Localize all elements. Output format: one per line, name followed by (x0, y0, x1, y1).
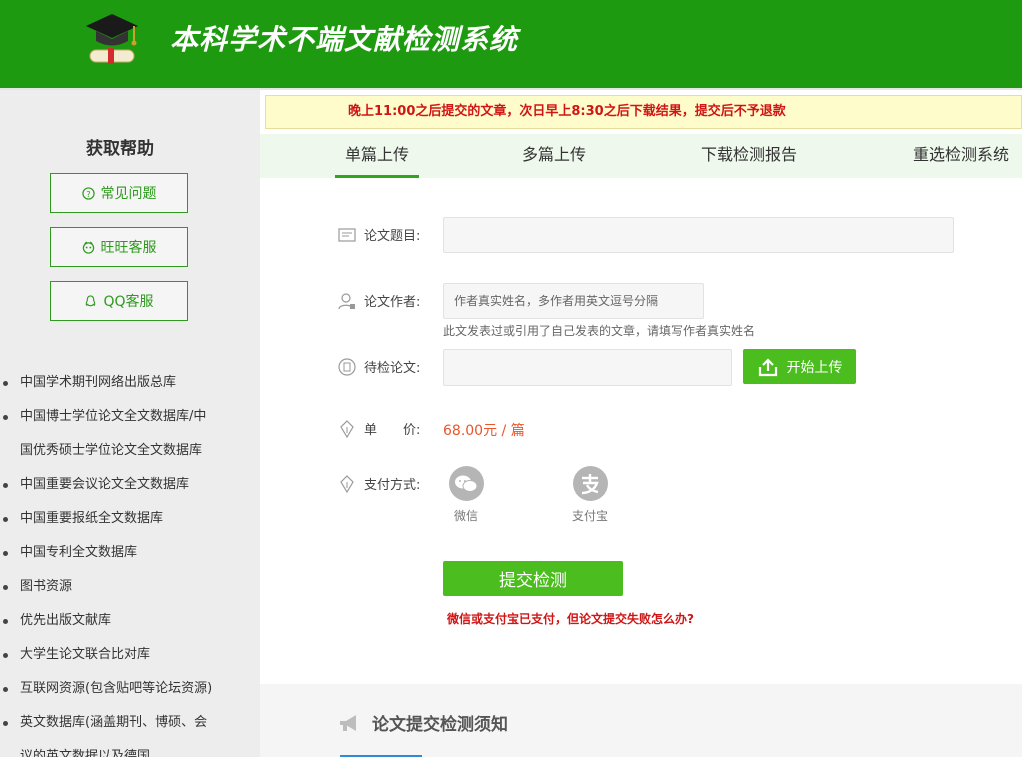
price-label: 单 价: (364, 423, 421, 438)
list-item: 中国重要报纸全文数据库 (0, 502, 250, 536)
notice-banner: 晚上11:00之后提交的文章，次日早上8:30之后下载结果，提交后不予退款 (265, 95, 1022, 129)
megaphone-icon (340, 714, 356, 731)
faq-button-label: 常见问题 (100, 186, 157, 202)
payment-label-row: 支付方式: (338, 474, 420, 493)
list-item: 中国重要会议论文全文数据库 (0, 468, 250, 502)
price-label-row: 单 价: (338, 419, 420, 438)
list-item: 中国博士学位论文全文数据库/中 (0, 400, 250, 434)
author-hint: 此文发表过或引用了自己发表的文章，请填写作者真实姓名 (443, 324, 756, 338)
alipay-label: 支付宝 (571, 509, 608, 523)
tab-download-report[interactable]: 下载检测报告 (701, 134, 797, 178)
file-label-row: 待检论文: (338, 357, 420, 376)
database-list: 中国学术期刊网络出版总库 中国博士学位论文全文数据库/中 国优秀硕士学位论文全文… (0, 366, 250, 757)
question-circle-icon: ? (81, 186, 95, 200)
title-label: 论文题目: (364, 229, 421, 244)
tab-reselect-system[interactable]: 重选检测系统 (913, 134, 1009, 178)
qq-button-label: QQ客服 (103, 294, 154, 310)
wangwang-button-label: 旺旺客服 (100, 240, 157, 256)
wechat-icon (448, 466, 484, 501)
list-item: 图书资源 (0, 570, 250, 604)
author-label: 论文作者: (364, 295, 421, 310)
qq-icon (86, 294, 96, 306)
sidebar: 获取帮助 ? 常见问题 旺旺客服 QQ客服 中国学术期刊网络出版总库 中国博士学… (0, 90, 260, 757)
pen-icon (340, 419, 354, 438)
submit-check-button[interactable]: 提交检测 (443, 561, 623, 596)
author-input[interactable] (443, 283, 704, 319)
wangwang-service-button[interactable]: 旺旺客服 (50, 227, 188, 267)
tab-multi-upload[interactable]: 多篇上传 (522, 134, 586, 178)
notes-title-row: 论文提交检测须知 (338, 710, 508, 735)
pen-icon (340, 474, 354, 493)
svg-text:?: ? (86, 188, 90, 198)
wangwang-icon (82, 241, 94, 254)
title-label-row: 论文题目: (338, 225, 420, 244)
list-item: 优先出版文献库 (0, 604, 250, 638)
payment-failure-help-link[interactable]: 微信或支付宝已支付，但论文提交失败怎么办? (447, 610, 694, 627)
help-title: 获取帮助 (86, 139, 154, 159)
start-upload-button[interactable]: 开始上传 (743, 349, 856, 384)
list-item: 互联网资源(包含贴吧等论坛资源) (0, 672, 250, 706)
tab-bar: 单篇上传 多篇上传 下载检测报告 重选检测系统 (260, 134, 1022, 178)
faq-button[interactable]: ? 常见问题 (50, 173, 188, 213)
notes-title: 论文提交检测须知 (372, 715, 508, 735)
site-title: 本科学术不端文献检测系统 (170, 23, 519, 56)
tab-single-upload[interactable]: 单篇上传 (335, 134, 420, 178)
wechat-label: 微信 (453, 509, 478, 523)
submission-notes-section: 论文提交检测须知 (260, 684, 1022, 757)
document-title-icon (338, 227, 356, 242)
list-item: 中国学术期刊网络出版总库 (0, 366, 250, 400)
start-upload-label: 开始上传 (786, 359, 843, 376)
author-label-row: 论文作者: (338, 291, 420, 310)
user-icon (338, 292, 355, 309)
price-value: 68.00元 / 篇 (443, 423, 525, 439)
list-item: 大学生论文联合比对库 (0, 638, 250, 672)
wechat-pay-option[interactable]: 微信 (436, 466, 496, 524)
title-input[interactable] (443, 217, 954, 253)
list-item: 英文数据库(涵盖期刊、博硕、会 (0, 706, 250, 740)
graduation-cap-logo-icon (84, 10, 140, 68)
alipay-icon (572, 466, 608, 501)
alipay-option[interactable]: 支付宝 (560, 466, 620, 524)
payment-label: 支付方式: (364, 478, 421, 493)
file-input[interactable] (443, 349, 732, 386)
list-item-continuation: 议的英文数据以及德国 (20, 749, 151, 757)
qq-service-button[interactable]: QQ客服 (50, 281, 188, 321)
file-circle-icon (338, 357, 356, 376)
file-label: 待检论文: (364, 361, 421, 376)
list-item-continuation: 国优秀硕士学位论文全文数据库 (20, 443, 203, 458)
site-header: 本科学术不端文献检测系统 (0, 0, 1022, 88)
list-item: 中国专利全文数据库 (0, 536, 250, 570)
upload-icon (758, 357, 777, 376)
